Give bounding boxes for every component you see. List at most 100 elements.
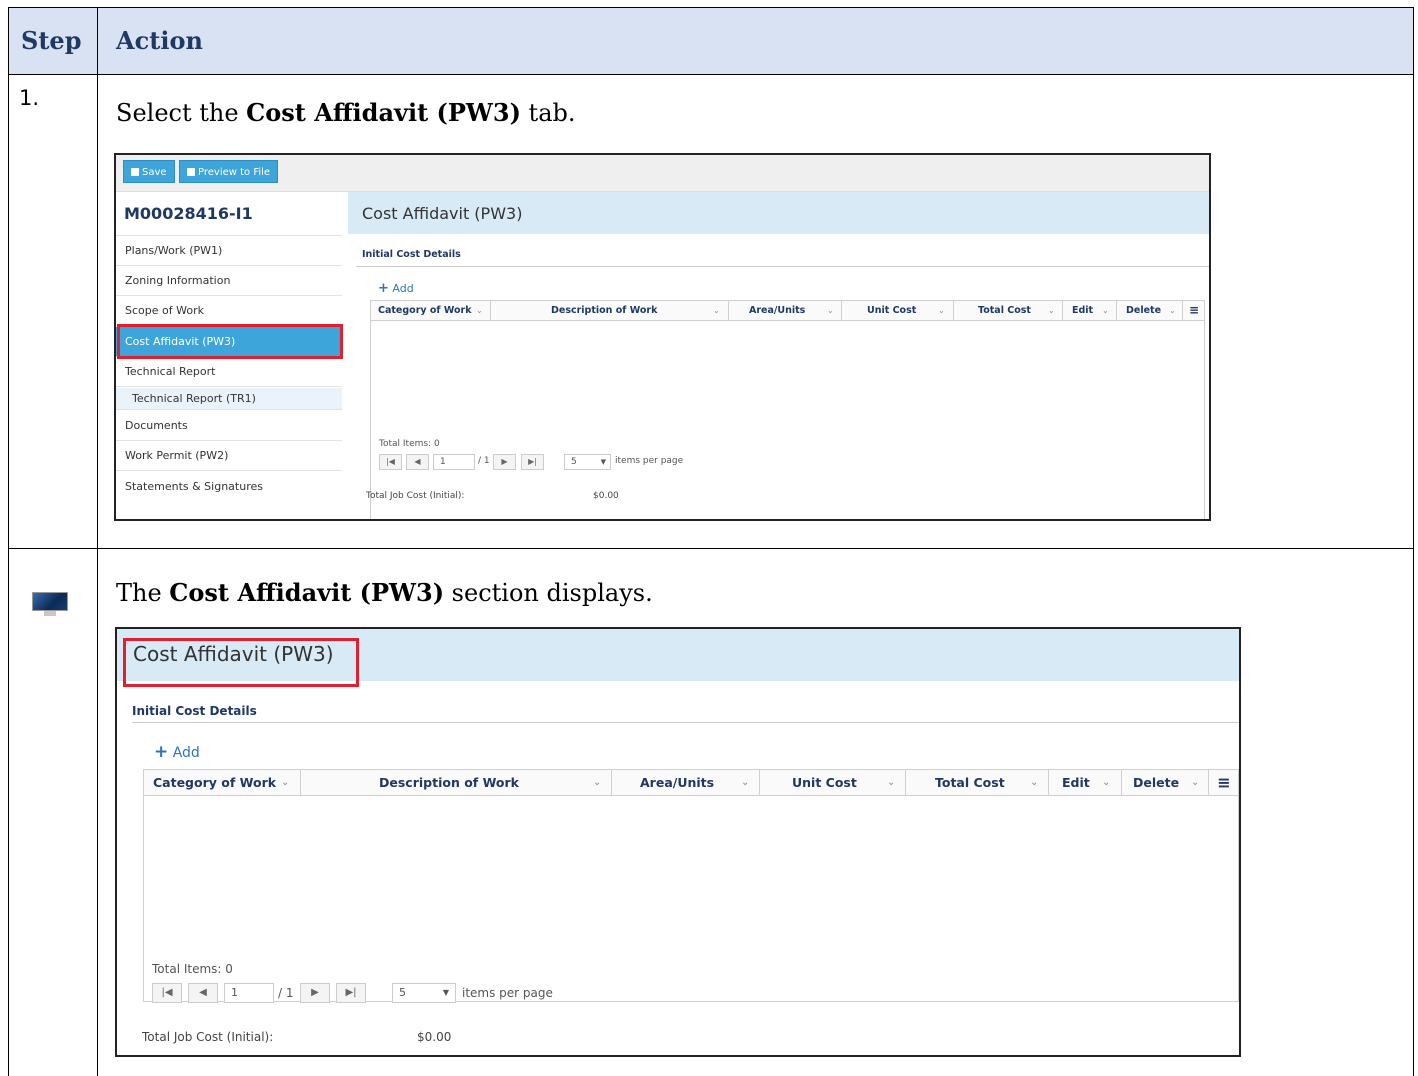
add-button[interactable]: + Add (378, 281, 414, 296)
prev-page-button[interactable]: ◀ (188, 983, 218, 1003)
chevron-down-icon: ⌄ (827, 306, 834, 315)
next-page-button[interactable]: ▶ (300, 983, 330, 1003)
sidebar-item-statements[interactable]: Statements & Signatures (116, 472, 342, 502)
instruction-text: tab. (520, 99, 576, 127)
preview-to-file-button[interactable]: Preview to File (179, 160, 279, 183)
column-header-edit[interactable]: Edit ⌄ (1049, 770, 1122, 795)
chevron-down-icon: ⌄ (1169, 306, 1176, 315)
per-page-label: items per page (462, 986, 553, 1000)
file-icon (187, 168, 195, 176)
monitor-icon (32, 592, 68, 616)
sidebar-item-plans-work[interactable]: Plans/Work (PW1) (116, 235, 342, 266)
last-page-button[interactable]: ▶| (521, 454, 544, 470)
first-page-button[interactable]: |◀ (379, 454, 402, 470)
cost-grid: Category of Work ⌄ Description of Work ⌄ A… (370, 300, 1205, 519)
column-header-category[interactable]: Category of Work ⌄ (371, 301, 491, 320)
total-job-cost-label: Total Job Cost (Initial): (366, 491, 465, 501)
column-header-area[interactable]: Area/Units ⌄ (612, 770, 760, 795)
subsection-title: Initial Cost Details (362, 249, 461, 260)
page-count: / 1 (478, 456, 490, 466)
instruction-bold: Cost Affidavit (PW3) (246, 98, 521, 127)
section-header: Cost Affidavit (PW3) (348, 192, 1209, 234)
sidebar-item-scope-of-work[interactable]: Scope of Work (116, 296, 342, 326)
plus-icon: + (154, 742, 169, 762)
caret-down-icon: ▼ (442, 988, 449, 997)
divider (132, 722, 1239, 723)
column-header-delete[interactable]: Delete ⌄ (1117, 301, 1183, 320)
screenshot-cost-affidavit-tab: Save Preview to File M00028416-I1 Plans/… (114, 153, 1211, 521)
highlight-box (117, 324, 343, 359)
next-page-button[interactable]: ▶ (493, 454, 516, 470)
column-header-unit-cost[interactable]: Unit Cost ⌄ (760, 770, 906, 795)
chevron-down-icon: ⌄ (1030, 777, 1039, 788)
column-header-category[interactable]: Category of Work ⌄ (144, 770, 301, 795)
sidebar-item-technical-report[interactable]: Technical Report (116, 357, 342, 387)
chevron-down-icon: ⌄ (281, 777, 290, 788)
step2-result: The Cost Affidavit (PW3) section display… (116, 578, 653, 607)
chevron-down-icon: ⌄ (887, 777, 896, 788)
chevron-down-icon: ⌄ (1048, 306, 1055, 315)
chevron-down-icon: ⌄ (713, 306, 720, 315)
chevron-down-icon: ⌄ (938, 306, 945, 315)
floppy-icon (131, 168, 139, 176)
screenshot-cost-affidavit-section: Cost Affidavit (PW3) Initial Cost Detail… (115, 627, 1241, 1057)
column-header-total-cost[interactable]: Total Cost ⌄ (906, 770, 1049, 795)
column-header-edit[interactable]: Edit ⌄ (1063, 301, 1117, 320)
per-page-select[interactable]: 5 ▼ (564, 454, 611, 470)
table-header-row: Step Action (9, 8, 1413, 75)
total-items: Total Items: 0 (152, 962, 233, 976)
column-header-area[interactable]: Area/Units ⌄ (729, 301, 842, 320)
step1-instruction: Select the Cost Affidavit (PW3) tab. (116, 98, 576, 127)
chevron-down-icon: ⌄ (593, 777, 602, 788)
grid-header: Category of Work ⌄ Description of Work ⌄ A… (371, 301, 1204, 321)
total-items: Total Items: 0 (379, 439, 440, 449)
section-title: Cost Affidavit (PW3) (362, 204, 523, 223)
highlight-box (123, 638, 359, 687)
caret-down-icon: ▼ (600, 458, 606, 466)
chevron-down-icon: ⌄ (1102, 306, 1109, 315)
column-header-description[interactable]: Description of Work ⌄ (301, 770, 612, 795)
first-page-button[interactable]: |◀ (152, 983, 182, 1003)
page-count: / 1 (278, 986, 294, 1000)
chevron-down-icon: ⌄ (1102, 777, 1111, 788)
step-number: 1. (19, 86, 40, 110)
row-divider (9, 548, 1413, 549)
instruction-text: section displays. (444, 579, 653, 607)
column-header-delete[interactable]: Delete ⌄ (1122, 770, 1209, 795)
sidebar-item-zoning[interactable]: Zoning Information (116, 266, 342, 296)
sidebar-item-work-permit[interactable]: Work Permit (PW2) (116, 441, 342, 471)
instruction-bold: Cost Affidavit (PW3) (169, 578, 445, 607)
step-column-header: Step (21, 26, 82, 55)
column-divider (97, 8, 98, 1076)
divider (356, 266, 1209, 267)
per-page-select[interactable]: 5 ▼ (392, 983, 456, 1003)
hamburger-icon[interactable]: ≡ (1209, 770, 1239, 795)
grid-header: Category of Work ⌄ Description of Work ⌄ A… (144, 770, 1238, 796)
last-page-button[interactable]: ▶| (336, 983, 366, 1003)
cost-grid: Category of Work ⌄ Description of Work ⌄ A… (143, 769, 1239, 1003)
column-header-total-cost[interactable]: Total Cost ⌄ (954, 301, 1063, 320)
add-button[interactable]: + Add (154, 742, 200, 762)
column-header-unit-cost[interactable]: Unit Cost ⌄ (842, 301, 954, 320)
plus-icon: + (378, 281, 389, 296)
chevron-down-icon: ⌄ (741, 777, 750, 788)
main-panel: Cost Affidavit (PW3) Initial Cost Detail… (348, 192, 1209, 519)
page-number-input[interactable]: 1 (433, 454, 475, 470)
save-button[interactable]: Save (123, 160, 175, 183)
subsection-title: Initial Cost Details (132, 704, 257, 718)
sidebar: M00028416-I1 Plans/Work (PW1) Zoning Inf… (116, 192, 343, 519)
chevron-down-icon: ⌄ (476, 306, 483, 315)
action-column-header: Action (116, 26, 203, 55)
per-page-label: items per page (615, 456, 684, 466)
job-number: M00028416-I1 (124, 204, 253, 223)
hamburger-icon[interactable]: ≡ (1183, 301, 1205, 320)
instruction-text: Select the (116, 99, 247, 127)
total-job-cost-value: $0.00 (593, 491, 619, 501)
chevron-down-icon: ⌄ (1191, 777, 1200, 788)
sidebar-item-documents[interactable]: Documents (116, 411, 342, 441)
prev-page-button[interactable]: ◀ (406, 454, 429, 470)
page-number-input[interactable]: 1 (224, 983, 274, 1003)
column-header-description[interactable]: Description of Work ⌄ (491, 301, 729, 320)
toolbar: Save Preview to File (116, 155, 1209, 192)
sidebar-item-technical-report-tr1[interactable]: Technical Report (TR1) (116, 388, 342, 410)
